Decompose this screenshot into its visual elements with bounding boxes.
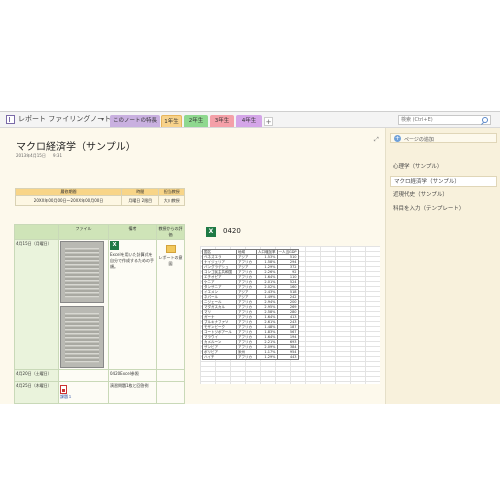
notebook-icon[interactable] — [6, 115, 15, 124]
file-cell[interactable] — [58, 369, 109, 382]
sheet-header-cell[interactable]: 一人当GDP — [276, 249, 299, 255]
add-page-label: ページの追加 — [404, 137, 434, 143]
excel-icon[interactable]: X — [206, 227, 216, 237]
eval-cell[interactable] — [156, 381, 185, 404]
sheet-header-cell[interactable]: 人口増加率 — [256, 249, 278, 255]
info-header[interactable]: 時間 — [121, 188, 160, 196]
file-name[interactable]: 課題１ — [60, 394, 107, 400]
plus-icon: + — [394, 135, 401, 142]
row-date[interactable]: 4月15日（月曜日） — [14, 239, 59, 370]
sheet-cell[interactable]: アフリカ — [236, 354, 257, 360]
scanned-page-image[interactable] — [60, 241, 104, 303]
table-row: 4月25日（木曜日） 課題１ 演習問題1枚と回答例 — [14, 381, 185, 404]
search-input[interactable] — [401, 116, 479, 124]
table-header: 備考 — [108, 224, 157, 240]
sheet-cell[interactable]: コンゴ民主共和国 — [202, 269, 237, 275]
row-date[interactable]: 4月20日（土曜日） — [14, 369, 59, 382]
tab-year-4[interactable]: 4年生 — [236, 115, 262, 127]
table-row: 4月15日（月曜日） X Excelを用いた計算式を自分で作成するための手順。 … — [14, 239, 185, 370]
page-canvas[interactable]: マクロ経済学（サンプル） 2013年4月15日 9:31 ⤢ 履修期間 時間 担… — [0, 128, 386, 404]
sheet-cell[interactable]: 443 — [276, 354, 299, 360]
table-row: 4月20日（土曜日） 0420Excel参照 — [14, 369, 185, 382]
sheet-row: ハイチ アフリカ 1.29% 443 — [202, 354, 299, 360]
row-note[interactable]: 演習問題1枚と回答例 — [108, 381, 157, 404]
pdf-icon[interactable] — [60, 385, 67, 394]
eval-cell[interactable] — [156, 369, 185, 382]
row-date[interactable]: 4月25日（木曜日） — [14, 381, 59, 404]
file-cell[interactable] — [58, 239, 109, 370]
info-header[interactable]: 担当教授 — [158, 188, 185, 196]
info-value-period[interactable]: 20XX年00月00日～20XX年00月00日 — [14, 195, 123, 206]
add-page-button[interactable]: + ページの追加 — [390, 133, 497, 143]
row-eval: レポートの意図 — [158, 255, 183, 266]
add-section-button[interactable]: + — [264, 117, 273, 126]
row-note: Excelを用いた計算式を自分で作成するための手順。 — [110, 252, 154, 269]
page-item-modern-history[interactable]: 近現代史（サンプル） — [390, 190, 497, 201]
sheet-cell[interactable]: ハイチ — [202, 354, 237, 360]
excel-icon[interactable]: X — [110, 241, 119, 250]
chevron-down-icon[interactable]: ▾ — [101, 116, 104, 123]
course-info-table: 履修期間 時間 担当教授 20XX年00月00日～20XX年00月00日 月曜日… — [14, 188, 185, 206]
page-date: 2013年4月15日 — [16, 153, 46, 158]
search-icon[interactable] — [482, 117, 488, 123]
info-value-time[interactable]: 月曜日 2限目 — [121, 195, 160, 206]
info-header[interactable]: 履修期間 — [14, 188, 123, 196]
page-time: 9:31 — [53, 153, 62, 158]
tab-year-2[interactable]: 2年生 — [184, 115, 208, 127]
notebook-bar: レポート ファイリングノート ▾ このノートの特長 1年生 2年生 3年生 4年… — [0, 112, 500, 128]
spreadsheet-table: 国名 地域 人口増加率 一人当GDP ベネズエラ アジア 1.53% 510 ナイジェリア アフリ… — [202, 249, 299, 360]
expand-icon[interactable]: ⤢ — [374, 136, 379, 144]
search-box[interactable] — [398, 115, 491, 125]
table-header: 教授からの評価 — [156, 224, 185, 240]
page-item-macroeconomics[interactable]: マクロ経済学（サンプル） — [390, 176, 497, 187]
embedded-spreadsheet[interactable]: 国名 地域 人口増加率 一人当GDP ベネズエラ アジア 1.53% 510 ナイジェリア アフリ… — [200, 246, 380, 384]
notebook-title[interactable]: レポート ファイリングノート — [18, 114, 111, 124]
page-item-psychology[interactable]: 心理学（サンプル） — [390, 162, 497, 173]
file-cell[interactable]: 課題１ — [58, 381, 109, 404]
onenote-window: レポート ファイリングノート ▾ このノートの特長 1年生 2年生 3年生 4年… — [0, 111, 500, 404]
table-header: ファイル — [58, 224, 109, 240]
report-table: ファイル 備考 教授からの評価 4月15日（月曜日） X Excelを用いた計算… — [14, 224, 185, 404]
eval-cell[interactable]: レポートの意図 — [156, 239, 185, 370]
sheet-cell[interactable]: コートジボアール — [202, 329, 237, 335]
document-icon[interactable] — [165, 245, 176, 253]
tab-year-1[interactable]: 1年生 — [161, 115, 182, 127]
scanned-page-image[interactable] — [60, 306, 104, 368]
row-note[interactable]: 0420Excel参照 — [108, 369, 157, 382]
excel-attachment-title[interactable]: 0420 — [223, 227, 241, 235]
tab-year-3[interactable]: 3年生 — [210, 115, 234, 127]
table-header — [14, 224, 59, 240]
note-cell[interactable]: X Excelを用いた計算式を自分で作成するための手順。 — [108, 239, 157, 370]
sheet-cell[interactable]: 1.29% — [256, 354, 278, 360]
pages-pane: + ページの追加 心理学（サンプル） マクロ経済学（サンプル） 近現代史（サンプ… — [386, 128, 500, 404]
tab-features[interactable]: このノートの特長 — [110, 115, 160, 127]
info-value-professor[interactable]: 大川教授 — [158, 195, 185, 206]
page-item-template[interactable]: 科目を入力（テンプレート） — [390, 204, 497, 215]
page-title[interactable]: マクロ経済学（サンプル） — [16, 138, 136, 153]
